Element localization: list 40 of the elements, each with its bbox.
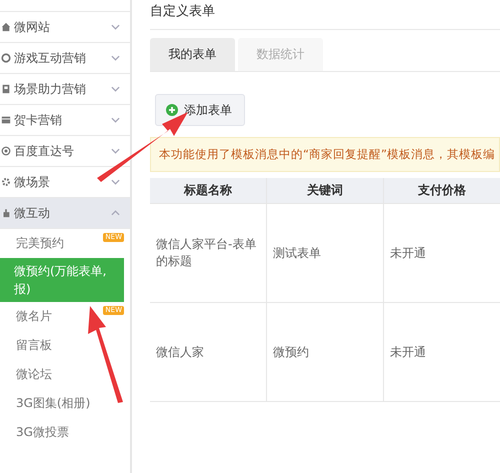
chevron-down-icon bbox=[111, 117, 120, 123]
chevron-up-icon bbox=[111, 210, 120, 216]
sidebar-item[interactable]: 微互动 bbox=[0, 198, 130, 229]
table-cell: 微信人家 bbox=[150, 303, 267, 402]
column-header: 支付价格 bbox=[384, 178, 500, 204]
plus-icon bbox=[166, 104, 178, 116]
menu-label: 游戏互动营销 bbox=[14, 50, 87, 66]
chevron-down-icon bbox=[111, 148, 120, 154]
chevron-down-icon bbox=[111, 86, 120, 92]
table-cell: 未开通 bbox=[384, 303, 500, 402]
menu-label: 微互动 bbox=[14, 204, 51, 222]
chevron-down-icon bbox=[111, 179, 120, 185]
notice-banner: 本功能使用了模板消息中的“商家回复提醒”模板消息，其模板编 bbox=[150, 137, 500, 172]
submenu-item[interactable]: 留言板 bbox=[0, 331, 130, 360]
sidebar-item[interactable]: 场景助力营销 bbox=[0, 74, 130, 105]
table-cell: 未开通 bbox=[384, 204, 500, 303]
sidebar-item[interactable]: 游戏互动营销 bbox=[0, 43, 130, 74]
chevron-down-icon bbox=[111, 24, 120, 30]
menu-label: 百度直达号 bbox=[14, 142, 75, 160]
menu-label: 微网站 bbox=[14, 18, 51, 36]
menu-label: 场景助力营销 bbox=[14, 80, 87, 98]
sidebar-item[interactable]: 微网站 bbox=[0, 12, 130, 43]
column-header: 标题名称 bbox=[150, 178, 267, 204]
chevron-down-icon bbox=[111, 55, 120, 61]
page-title: 自定义表单 bbox=[150, 0, 500, 30]
submenu-item[interactable]: 微论坛 bbox=[0, 360, 130, 389]
ring-icon bbox=[1, 53, 11, 63]
gear-icon bbox=[1, 177, 11, 187]
house-icon bbox=[1, 22, 11, 32]
table-cell: 测试表单 bbox=[267, 204, 384, 303]
submenu-item[interactable]: 3G微投票 bbox=[0, 418, 130, 447]
sidebar-item[interactable]: 贺卡营销 bbox=[0, 105, 130, 136]
menu-label: 贺卡营销 bbox=[14, 112, 63, 128]
table-cell: 微预约 bbox=[267, 303, 384, 402]
tab[interactable]: 我的表单 bbox=[150, 38, 235, 71]
submenu-item[interactable]: 3G图集(相册) bbox=[0, 389, 130, 418]
table-cell: 微信人家平台-表单的标题 bbox=[150, 204, 267, 303]
column-header: 关键词 bbox=[267, 178, 384, 204]
target-icon bbox=[1, 146, 11, 156]
menu-label: 微场景 bbox=[14, 174, 51, 190]
